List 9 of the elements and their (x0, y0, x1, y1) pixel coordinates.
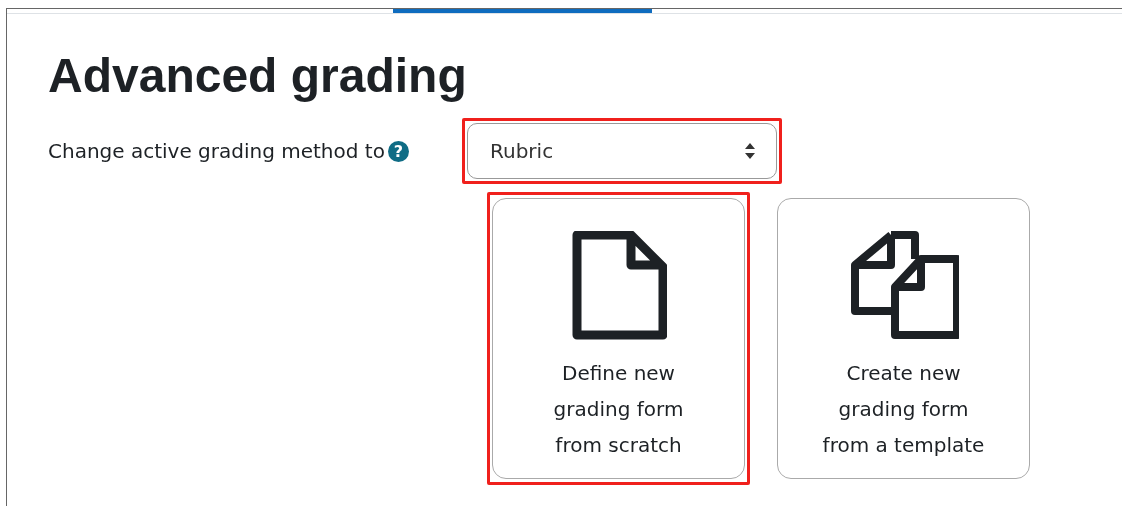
page-heading: Advanced grading (48, 48, 468, 104)
method-select[interactable]: Rubric (467, 123, 777, 179)
option-card[interactable]: Create new grading form from a template (777, 198, 1030, 479)
help-icon[interactable]: ? (387, 140, 409, 162)
copy-documents-icon (848, 231, 959, 341)
sort-caret-icon (744, 142, 756, 160)
field-label: Change active grading method to (48, 139, 385, 163)
option-card[interactable]: Define new grading form from scratch (492, 198, 745, 479)
document-icon (570, 231, 667, 341)
